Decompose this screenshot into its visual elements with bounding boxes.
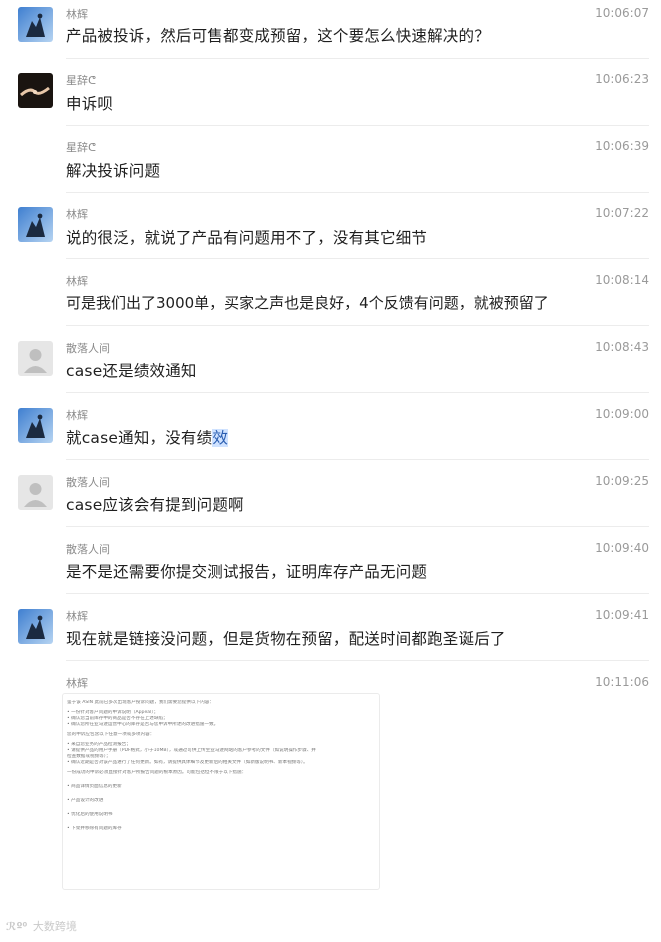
- message-text[interactable]: 解决投诉问题: [66, 159, 160, 181]
- avatar[interactable]: [18, 207, 53, 242]
- text-selection: 效: [212, 429, 229, 447]
- sender-name: 散落人间: [66, 543, 110, 556]
- divider: [66, 325, 649, 326]
- sender-name: 林辉: [66, 409, 88, 422]
- message-text[interactable]: 说的很泛，就说了产品有问题用不了，没有其它细节: [66, 226, 427, 248]
- message-text-main: 就case通知，没有绩: [66, 429, 213, 447]
- avatar[interactable]: [18, 475, 53, 510]
- divider: [66, 192, 649, 193]
- message-text[interactable]: 产品被投诉，然后可售都变成预留，这个要怎么快速解决的？: [66, 24, 490, 46]
- timestamp: 10:08:43: [595, 340, 649, 354]
- divider: [66, 459, 649, 460]
- watermark-text: 大数跨境: [32, 920, 77, 933]
- message-text[interactable]: 可是我们出了3000单，买家之声也是良好，4个反馈有问题，就被预留了: [66, 292, 549, 313]
- avatar[interactable]: [18, 408, 53, 443]
- message-text[interactable]: 现在就是链接没问题，但是货物在预留，配送时间都跑圣诞后了: [66, 627, 506, 649]
- timestamp: 10:08:14: [595, 273, 649, 287]
- watermark-logo: ℛº⁰: [6, 920, 28, 933]
- sender-name: 散落人间: [66, 342, 110, 355]
- image-attachment[interactable]: 鉴于该 ASIN 此前已多次出现客户投诉问题，我们需要您提供以下内容： • 一份针…: [62, 693, 380, 890]
- message-text[interactable]: case应该会有提到问题啊: [66, 493, 244, 515]
- sender-name: 林辉: [66, 208, 88, 221]
- avatar[interactable]: [18, 73, 53, 108]
- avatar[interactable]: [18, 341, 53, 376]
- timestamp: 10:07:22: [595, 206, 649, 220]
- timestamp: 10:06:23: [595, 72, 649, 86]
- message-text[interactable]: 就case通知，没有绩效: [66, 426, 229, 448]
- message-text[interactable]: 是不是还需要你提交测试报告，证明库存产品无问题: [66, 560, 427, 582]
- sender-name: 星辞ᕦ: [66, 141, 97, 154]
- avatar[interactable]: [18, 609, 53, 644]
- sender-name: 林辉: [66, 677, 88, 690]
- divider: [66, 526, 649, 527]
- divider: [66, 125, 649, 126]
- divider: [66, 58, 649, 59]
- attachment-line: • 下架并移除有问题的库存: [67, 826, 122, 831]
- divider: [66, 660, 649, 661]
- timestamp: 10:09:00: [595, 407, 649, 421]
- timestamp: 10:09:41: [595, 608, 649, 622]
- timestamp: 10:11:06: [595, 675, 649, 689]
- message-text[interactable]: 申诉呗: [66, 92, 113, 114]
- sender-name: 林辉: [66, 8, 88, 21]
- timestamp: 10:06:07: [595, 6, 649, 20]
- sender-name: 星辞ᕦ: [66, 74, 97, 87]
- message-text[interactable]: case还是绩效通知: [66, 359, 197, 381]
- divider: [66, 258, 649, 259]
- watermark: ℛº⁰ 大数跨境: [6, 918, 77, 934]
- timestamp: 10:06:39: [595, 139, 649, 153]
- sender-name: 林辉: [66, 610, 88, 623]
- divider: [66, 593, 649, 594]
- sender-name: 散落人间: [66, 476, 110, 489]
- divider: [66, 392, 649, 393]
- sender-name: 林辉: [66, 275, 88, 288]
- avatar[interactable]: [18, 7, 53, 42]
- timestamp: 10:09:40: [595, 541, 649, 555]
- timestamp: 10:09:25: [595, 474, 649, 488]
